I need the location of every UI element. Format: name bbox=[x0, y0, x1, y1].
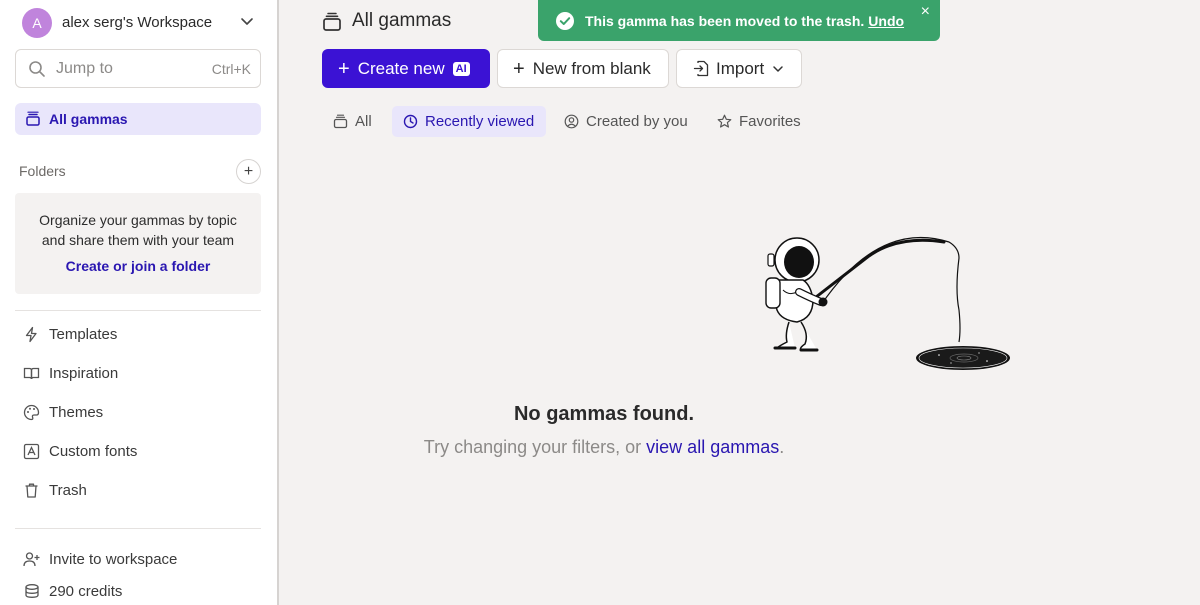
undo-link[interactable]: Undo bbox=[868, 13, 904, 29]
folder-empty-state: Organize your gammas by topic and share … bbox=[15, 193, 261, 294]
folder-prompt-line2: and share them with your team bbox=[41, 232, 235, 248]
new-from-blank-label: New from blank bbox=[532, 58, 651, 78]
sidebar-item-label: Templates bbox=[49, 325, 118, 343]
ai-badge: AI bbox=[452, 61, 470, 76]
app: A alex serg's Workspace Jump to Ctrl+K A… bbox=[0, 0, 1200, 605]
plus-icon: + bbox=[513, 57, 525, 80]
divider bbox=[15, 310, 261, 311]
keyboard-shortcut: Ctrl+K bbox=[211, 60, 251, 77]
avatar: A bbox=[22, 7, 52, 38]
sidebar-item-trash[interactable]: Trash bbox=[23, 478, 87, 502]
chevron-down-icon bbox=[773, 65, 783, 72]
divider bbox=[15, 528, 261, 529]
empty-state-subtitle: Try changing your filters, or view all g… bbox=[0, 437, 1200, 458]
create-new-button[interactable]: + Create new AI bbox=[322, 49, 490, 88]
create-new-label: Create new bbox=[357, 58, 445, 78]
sidebar-item-inspiration[interactable]: Inspiration bbox=[23, 361, 118, 385]
stack-icon bbox=[333, 114, 348, 129]
add-user-icon bbox=[23, 551, 40, 566]
page-title: All gammas bbox=[352, 10, 452, 31]
stack-icon bbox=[26, 111, 40, 126]
jump-to-search[interactable]: Jump to Ctrl+K bbox=[15, 49, 261, 88]
workspace-switcher[interactable]: A alex serg's Workspace bbox=[22, 7, 258, 38]
empty-state-title: No gammas found. bbox=[513, 403, 694, 425]
search-icon bbox=[29, 60, 45, 77]
filter-label: Recently viewed bbox=[425, 113, 535, 130]
check-circle-icon bbox=[556, 11, 574, 30]
book-icon bbox=[23, 367, 40, 379]
empty-state-suffix: . bbox=[779, 437, 785, 457]
filter-favorites[interactable]: Favorites bbox=[717, 106, 807, 137]
workspace-name: alex serg's Workspace bbox=[62, 14, 213, 31]
trash-icon bbox=[25, 483, 38, 498]
sidebar-item-label: Trash bbox=[49, 481, 87, 499]
filter-created-by-you[interactable]: Created by you bbox=[564, 106, 694, 137]
star-icon bbox=[717, 114, 732, 128]
invite-to-workspace-button[interactable]: Invite to workspace bbox=[23, 547, 177, 571]
filter-label: All bbox=[355, 113, 372, 130]
search-placeholder: Jump to bbox=[56, 59, 113, 77]
stack-icon bbox=[323, 12, 341, 31]
lightning-icon bbox=[25, 326, 37, 342]
clock-icon bbox=[403, 114, 418, 129]
close-icon[interactable]: × bbox=[921, 3, 930, 21]
sidebar-item-label: 290 credits bbox=[49, 582, 123, 600]
coins-icon bbox=[25, 583, 39, 598]
plus-icon: + bbox=[243, 162, 254, 180]
import-button[interactable]: Import bbox=[676, 49, 802, 88]
folders-heading: Folders bbox=[19, 163, 66, 179]
filter-recently-viewed[interactable]: Recently viewed bbox=[392, 106, 546, 137]
create-folder-link[interactable]: Create or join a folder bbox=[15, 258, 261, 274]
folder-prompt-line1: Organize your gammas by topic bbox=[39, 212, 237, 228]
add-folder-button[interactable]: + bbox=[236, 159, 261, 184]
view-all-gammas-link[interactable]: view all gammas bbox=[646, 437, 779, 457]
sidebar-item-label: All gammas bbox=[49, 111, 128, 127]
sidebar-item-label: Invite to workspace bbox=[49, 550, 178, 568]
plus-icon: + bbox=[338, 57, 350, 80]
chevron-down-icon bbox=[241, 18, 253, 25]
sidebar-item-all-gammas[interactable]: All gammas bbox=[15, 103, 261, 135]
sidebar-item-label: Inspiration bbox=[49, 364, 119, 382]
import-icon bbox=[693, 60, 709, 77]
credits-button[interactable]: 290 credits bbox=[23, 579, 122, 603]
filter-label: Favorites bbox=[739, 113, 801, 130]
sidebar-item-templates[interactable]: Templates bbox=[23, 322, 117, 346]
filter-label: Created by you bbox=[586, 113, 688, 130]
folder-prompt-text: Organize your gammas by topic and share … bbox=[15, 210, 261, 250]
user-circle-icon bbox=[564, 114, 579, 129]
empty-state-prefix: Try changing your filters, or bbox=[423, 437, 647, 457]
astronaut-fishing-illustration bbox=[765, 236, 1010, 370]
filter-all[interactable]: All bbox=[333, 106, 383, 137]
main-content: All gammas + Create new AI + New from bl… bbox=[281, 0, 1200, 605]
toast-message: This gamma has been moved to the trash. bbox=[585, 12, 865, 29]
new-from-blank-button[interactable]: + New from blank bbox=[497, 49, 669, 88]
sidebar: A alex serg's Workspace Jump to Ctrl+K A… bbox=[0, 0, 279, 605]
toast-notification: This gamma has been moved to the trash. … bbox=[538, 0, 940, 41]
import-label: Import bbox=[716, 58, 765, 78]
